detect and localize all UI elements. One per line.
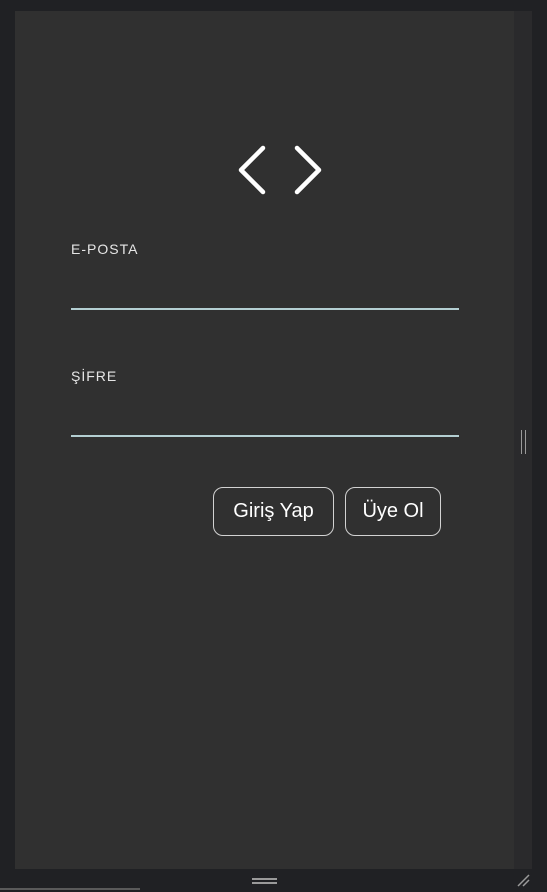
login-screen bbox=[15, 11, 514, 869]
login-button[interactable]: Giriş Yap bbox=[213, 487, 334, 536]
password-field[interactable] bbox=[71, 405, 459, 437]
password-label: ŞİFRE bbox=[71, 368, 118, 384]
resize-grip-icon[interactable] bbox=[516, 873, 530, 887]
register-button[interactable]: Üye Ol bbox=[345, 487, 441, 536]
app-frame: E-POSTA ŞİFRE Giriş Yap Üye Ol bbox=[0, 0, 547, 892]
bottom-resize-handle[interactable] bbox=[252, 878, 277, 884]
side-resize-handle[interactable] bbox=[521, 430, 526, 454]
email-label: E-POSTA bbox=[71, 241, 139, 257]
bottom-divider bbox=[0, 888, 140, 890]
code-brackets-icon bbox=[238, 145, 322, 195]
email-field[interactable] bbox=[71, 278, 459, 310]
